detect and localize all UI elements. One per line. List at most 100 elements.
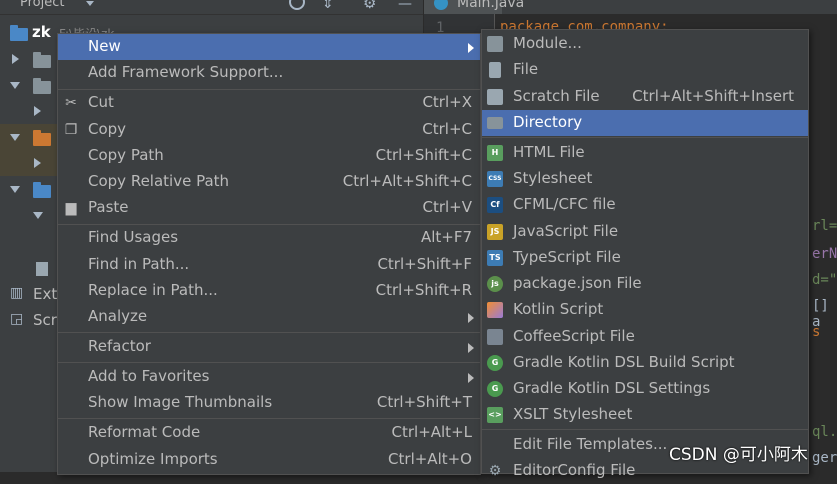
submenu-item-html-file[interactable]: H HTML File [482, 140, 808, 166]
submenu-item-kotlin-script[interactable]: Kotlin Script [482, 297, 808, 323]
gradle-icon: G [487, 381, 503, 397]
menu-item-label: Copy [88, 120, 127, 138]
menu-item-find-usages[interactable]: Find Usages Alt+F7 [58, 225, 480, 251]
submenu-item-module[interactable]: Module... [482, 31, 808, 57]
context-menu: New Add Framework Support... ✂ Cut Ctrl+… [57, 33, 481, 475]
menu-item-shortcut: Ctrl+Shift+R [375, 281, 472, 299]
submenu-item-gradle-build-script[interactable]: G Gradle Kotlin DSL Build Script [482, 350, 808, 376]
menu-item-label: Find Usages [88, 228, 179, 246]
menu-item-copy-path[interactable]: Copy Path Ctrl+Shift+C [58, 143, 480, 169]
submenu-separator [482, 137, 808, 138]
menu-item-add-to-favorites[interactable]: Add to Favorites [58, 364, 480, 390]
project-panel-title[interactable]: Project [20, 0, 64, 10]
submenu-item-label: Gradle Kotlin DSL Settings [513, 379, 711, 397]
nodejs-icon: js [487, 276, 503, 292]
target-icon[interactable] [289, 0, 305, 10]
menu-item-find-in-path[interactable]: Find in Path... Ctrl+Shift+F [58, 252, 480, 278]
submenu-item-label: TypeScript File [513, 248, 621, 266]
expand-arrow-icon[interactable] [34, 158, 41, 168]
submenu-item-label: CoffeeScript File [513, 327, 635, 345]
expand-arrow-icon[interactable] [34, 106, 41, 116]
menu-item-label: Optimize Imports [88, 450, 218, 468]
menu-item-label: Find in Path... [88, 255, 190, 273]
menu-item-optimize-imports[interactable]: Optimize Imports Ctrl+Alt+O [58, 447, 480, 473]
menu-item-new[interactable]: New [58, 34, 480, 60]
submenu-item-label: Module... [513, 34, 582, 52]
submenu-item-label: File [513, 60, 539, 78]
submenu-item-javascript-file[interactable]: JS JavaScript File [482, 219, 808, 245]
menu-item-copy[interactable]: ❐ Copy Ctrl+C [58, 117, 480, 143]
submenu-item-directory[interactable]: Directory [482, 110, 808, 136]
xslt-icon: <> [487, 407, 503, 423]
menu-item-reformat-code[interactable]: Reformat Code Ctrl+Alt+L [58, 420, 480, 446]
menu-item-replace-in-path[interactable]: Replace in Path... Ctrl+Shift+R [58, 278, 480, 304]
submenu-item-scratch-file[interactable]: Scratch File Ctrl+Alt+Shift+Insert [482, 84, 808, 110]
menu-item-refactor[interactable]: Refactor [58, 334, 480, 360]
chevron-down-icon[interactable] [86, 1, 94, 6]
menu-item-show-image-thumbnails[interactable]: Show Image Thumbnails Ctrl+Shift+T [58, 390, 480, 416]
collapse-icon[interactable]: ⇕ [322, 0, 334, 12]
menu-item-shortcut: Ctrl+Alt+Shift+C [342, 172, 472, 190]
tab-main-java[interactable]: Main.java [424, 0, 524, 14]
menu-item-cut[interactable]: ✂ Cut Ctrl+X [58, 90, 480, 116]
expand-arrow-icon[interactable] [12, 54, 19, 64]
code-fragment: ger [812, 450, 837, 466]
menu-item-label: Cut [88, 93, 114, 111]
menu-item-paste[interactable]: ▆ Paste Ctrl+V [58, 195, 480, 221]
clipboard-icon: ▆ [65, 200, 77, 216]
submenu-arrow-icon [468, 343, 474, 353]
watermark: CSDN @可小阿木 [669, 445, 808, 465]
minimize-icon[interactable]: — [398, 0, 412, 12]
tab-label: Main.java [457, 0, 525, 11]
menu-item-label: Add Framework Support... [88, 63, 284, 81]
submenu-item-file[interactable]: File [482, 57, 808, 83]
menu-item-copy-relative-path[interactable]: Copy Relative Path Ctrl+Alt+Shift+C [58, 169, 480, 195]
root-name: zk [32, 23, 51, 41]
menu-item-shortcut: Ctrl+Alt+O [388, 450, 472, 468]
submenu-item-label: Stylesheet [513, 169, 593, 187]
submenu-item-cfml-file[interactable]: Cf CFML/CFC file [482, 192, 808, 218]
submenu-item-label: CFML/CFC file [513, 195, 616, 213]
menu-item-analyze[interactable]: Analyze [58, 304, 480, 330]
menu-item-label: Analyze [88, 307, 148, 325]
external-libraries-label: Ext [33, 285, 58, 303]
menu-item-shortcut: Ctrl+Alt+L [391, 423, 473, 441]
gear-icon: ⚙ [488, 463, 502, 479]
submenu-item-label: JavaScript File [513, 222, 619, 240]
folder-icon [33, 78, 51, 94]
submenu-item-coffeescript-file[interactable]: CoffeeScript File [482, 324, 808, 350]
gear-icon[interactable]: ⚙ [363, 0, 376, 12]
menu-item-shortcut: Ctrl+V [422, 198, 472, 216]
file-icon [489, 62, 501, 78]
menu-item-label: Copy Path [88, 146, 164, 164]
libraries-icon: ▥ [10, 285, 24, 301]
menu-item-label: Add to Favorites [88, 367, 210, 385]
coffeescript-icon [487, 329, 503, 345]
submenu-item-label: XSLT Stylesheet [513, 405, 633, 423]
menu-item-label: Reformat Code [88, 423, 201, 441]
collapse-arrow-icon[interactable] [10, 82, 20, 89]
new-submenu: Module... File Scratch File Ctrl+Alt+Shi… [481, 29, 809, 479]
menu-item-shortcut: Ctrl+C [422, 120, 472, 138]
submenu-item-package-json[interactable]: js package.json File [482, 271, 808, 297]
code-fragment: ql.c [812, 424, 837, 440]
copy-icon: ❐ [64, 122, 78, 138]
menu-item-add-framework-support[interactable]: Add Framework Support... [58, 60, 480, 86]
menu-item-label: Paste [88, 198, 129, 216]
menu-separator [58, 362, 480, 363]
scratches-label: Scr [33, 311, 57, 329]
submenu-item-typescript-file[interactable]: TS TypeScript File [482, 245, 808, 271]
submenu-item-label: Kotlin Script [513, 300, 604, 318]
submenu-item-label: HTML File [513, 143, 585, 161]
submenu-item-shortcut: Ctrl+Alt+Shift+Insert [632, 87, 794, 105]
file-icon [36, 262, 48, 276]
submenu-item-label: Scratch File [513, 87, 600, 105]
menu-separator [58, 418, 480, 419]
collapse-arrow-icon[interactable] [10, 186, 20, 193]
submenu-item-xslt-stylesheet[interactable]: <> XSLT Stylesheet [482, 402, 808, 428]
code-fragment: d="r [812, 272, 837, 288]
submenu-item-stylesheet[interactable]: CSS Stylesheet [482, 166, 808, 192]
collapse-arrow-icon[interactable] [10, 134, 20, 141]
collapse-arrow-icon[interactable] [33, 212, 43, 219]
submenu-item-gradle-settings[interactable]: G Gradle Kotlin DSL Settings [482, 376, 808, 402]
